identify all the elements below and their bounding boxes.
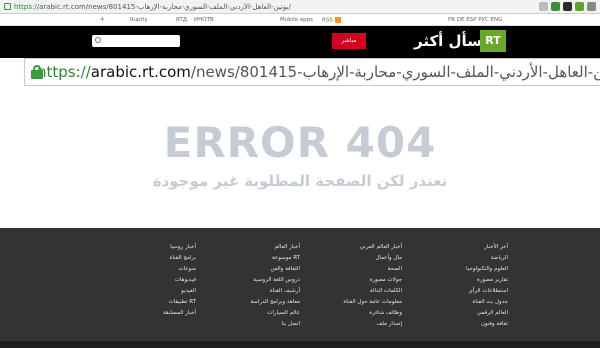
footer-link[interactable]: استطلاعات الرأي <box>398 286 508 297</box>
footer-bottom-strip <box>0 341 600 348</box>
footer-link[interactable]: معلومات عامة حول القناة <box>292 297 402 308</box>
rt-logo[interactable]: RT <box>480 30 506 52</box>
footer-link[interactable]: العالم الرقمي <box>398 308 508 319</box>
site-top-strip: ✈ Ruptly RTД ИНОТВ Mobile apps RSS FR DE… <box>0 14 600 26</box>
error-message: نعتذر لكن الصفحة المطلوبة غير موجودة <box>152 172 448 190</box>
footer-link[interactable]: تطبيقات RT <box>86 297 196 308</box>
footer-link[interactable]: موسوعة RT <box>190 253 300 264</box>
footer-link[interactable]: الرياضة <box>398 253 508 264</box>
footer-link[interactable]: وظائف شاغرة <box>292 308 402 319</box>
live-button[interactable]: مباشر <box>332 33 366 49</box>
footer-link[interactable]: آخر الأخبار <box>398 242 508 253</box>
rss-link[interactable]: RSS <box>322 17 341 24</box>
extension-icon[interactable] <box>563 2 572 11</box>
search-icon[interactable] <box>95 37 101 43</box>
footer-link[interactable]: إصدار ملف <box>292 319 402 330</box>
url-host: arabic.rt.com <box>90 63 191 81</box>
top-link-ruptly[interactable]: Ruptly <box>130 17 148 23</box>
footer-link[interactable]: أخبار روسيا <box>86 242 196 253</box>
footer-column: أخبار روسيا برامج القناة منوعات فيديوهات… <box>86 242 196 319</box>
browser-extensions <box>539 2 596 11</box>
footer-link[interactable]: منوعات <box>86 264 196 275</box>
mobile-apps-link[interactable]: Mobile apps <box>280 17 313 23</box>
footer-link[interactable]: أخبار العالم <box>190 242 300 253</box>
error-title: ERROR 404 <box>163 118 437 167</box>
rss-icon <box>334 17 341 23</box>
footer-link[interactable]: برامج القناة <box>86 253 196 264</box>
footer-link[interactable]: أخبار العالم العربي <box>292 242 402 253</box>
footer-link[interactable]: الكلمات الدالة <box>292 286 402 297</box>
rss-label: RSS <box>322 17 333 24</box>
site-footer: آخر الأخبار الرياضة العلوم والتكنولوجيا … <box>0 228 600 348</box>
footer-link[interactable]: الصحة <box>292 264 402 275</box>
browser-url-https: https:// <box>14 2 40 11</box>
menu-icon[interactable] <box>587 2 596 11</box>
footer-link[interactable]: عالم السيارات <box>190 308 300 319</box>
footer-link[interactable]: أرشيف القناة <box>190 286 300 297</box>
footer-link[interactable]: جدول بث القناة <box>398 297 508 308</box>
footer-link[interactable]: أخبار المسابقة <box>86 308 196 319</box>
footer-link[interactable]: الفيديو <box>86 286 196 297</box>
top-link-rtd[interactable]: RTД <box>176 17 187 23</box>
footer-link[interactable]: معاهد وبرامج الدراسة <box>190 297 300 308</box>
site-slogan: اسأل أكثر <box>414 32 488 50</box>
url-scheme: https:// <box>37 63 91 81</box>
footer-column: أخبار العالم موسوعة RT الثقافة والفن درو… <box>190 242 300 330</box>
footer-link[interactable]: فيديوهات <box>86 275 196 286</box>
site-search-input[interactable] <box>92 35 180 47</box>
footer-link[interactable]: تقارير مصورة <box>398 275 508 286</box>
footer-column: آخر الأخبار الرياضة العلوم والتكنولوجيا … <box>398 242 508 330</box>
extension-icon[interactable] <box>575 2 584 11</box>
site-header: مباشر اسأل أكثر RT <box>0 26 600 58</box>
footer-column: أخبار العالم العربي مال وأعمال الصحة جول… <box>292 242 402 330</box>
footer-link[interactable]: دروس اللغة الروسية <box>190 275 300 286</box>
zoomed-address-bar[interactable]: https:// arabic.rt.com /news/801415-بوتي… <box>24 58 600 86</box>
browser-url-text[interactable]: arabic.rt.com/news/801415-بوتين-العاهل-ا… <box>39 3 291 11</box>
footer-link[interactable]: الثقافة والفن <box>190 264 300 275</box>
top-link-inotv[interactable]: ИНОТВ <box>194 17 214 23</box>
footer-link[interactable]: اتصل بنا <box>190 319 300 330</box>
satellite-icon[interactable]: ✈ <box>100 17 105 23</box>
secure-lock-icon <box>4 3 11 10</box>
star-icon[interactable] <box>539 2 548 11</box>
url-path: /news/801415-بوتين-العاهل-الأردني-الملف-… <box>190 63 600 81</box>
footer-link[interactable]: العلوم والتكنولوجيا <box>398 264 508 275</box>
extension-icon[interactable] <box>551 2 560 11</box>
language-links[interactable]: FR DE ESP РУС ENG <box>448 17 502 23</box>
browser-address-bar[interactable]: https:// arabic.rt.com/news/801415-بوتين… <box>0 0 600 14</box>
page-root: https:// arabic.rt.com/news/801415-بوتين… <box>0 0 600 348</box>
footer-link[interactable]: جولات مصورة <box>292 275 402 286</box>
footer-link[interactable]: ثقافة وفنون <box>398 319 508 330</box>
footer-link[interactable]: مال وأعمال <box>292 253 402 264</box>
